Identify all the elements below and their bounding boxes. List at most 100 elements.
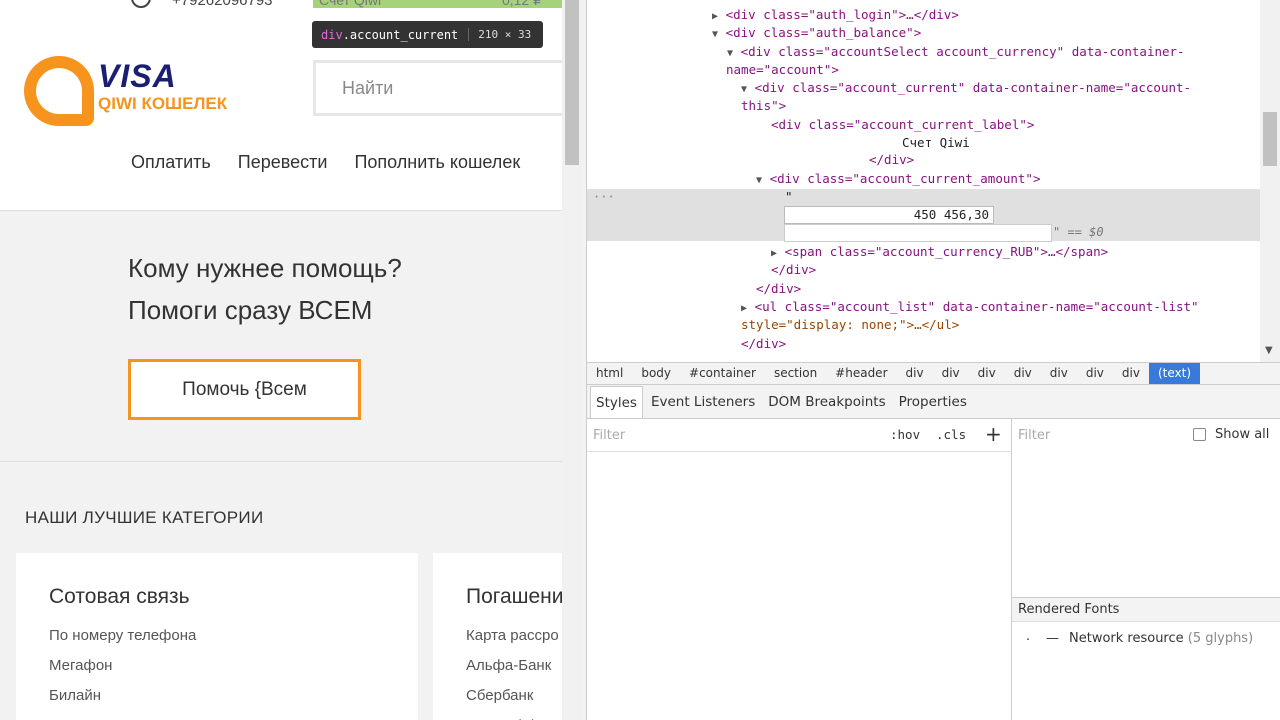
breadcrumb-item[interactable]: #container — [680, 363, 765, 384]
font-bullet: . — [1026, 629, 1031, 644]
dom-line[interactable]: ▶ <div class="auth_login">…</div> — [712, 7, 959, 22]
banner-heading: Кому нужнее помощь? Помоги сразу ВСЕМ — [128, 247, 402, 331]
category-link[interactable]: Сбербанк — [466, 681, 561, 711]
dom-line[interactable]: <div class="account_current_label"> — [771, 117, 1034, 132]
qiwi-logo-icon — [24, 56, 94, 126]
breadcrumb-item[interactable]: section — [765, 363, 826, 384]
nav-transfer[interactable]: Перевести — [238, 152, 328, 173]
tooltip-class: .account_current — [342, 27, 459, 42]
styles-pane: Filter :hov .cls + — [587, 419, 1012, 720]
new-rule-plus-icon[interactable]: + — [985, 422, 1002, 446]
search-input[interactable] — [316, 63, 562, 113]
tab-event-listeners[interactable]: Event Listeners — [646, 386, 760, 418]
banner-line-2: Помоги сразу ВСЕМ — [128, 295, 373, 325]
dom-line[interactable]: </div> — [741, 336, 786, 351]
dom-line[interactable]: ▼ <div class="account_current_amount"> — [756, 171, 1041, 186]
category-title[interactable]: Погашение — [466, 585, 562, 609]
category-link[interactable]: Альфа-Банк — [466, 651, 561, 681]
breadcrumb-item[interactable]: div — [1041, 363, 1077, 384]
expand-triangle-icon[interactable]: ▶ — [771, 248, 777, 259]
category-link[interactable]: Тинькофф Ба — [466, 711, 561, 720]
styles-filter-bar: Filter :hov .cls + — [587, 419, 1012, 452]
account-label: Счет Qiwi — [319, 0, 382, 8]
hover-state-toggle[interactable]: :hov — [890, 427, 920, 442]
text-node-editor[interactable]: 450 456,30 — [784, 206, 994, 224]
collapse-triangle-icon[interactable]: ▼ — [712, 29, 718, 40]
expand-triangle-icon[interactable]: ▶ — [712, 11, 718, 22]
tooltip-tag: div — [321, 27, 343, 42]
account-current-highlight[interactable]: Счет Qiwi 0,12 ₽ — [313, 0, 562, 8]
text-node-quote: " — [785, 189, 793, 204]
dom-line[interactable]: style="display: none;">…</ul> — [741, 317, 959, 332]
dom-line[interactable]: </div> — [869, 152, 914, 167]
breadcrumb-item[interactable]: div — [1113, 363, 1149, 384]
qiwi-logo[interactable]: VISA QIWI КОШЕЛЕК — [24, 56, 244, 126]
breadcrumb-item[interactable]: html — [587, 363, 632, 384]
computed-filter-bar: Filter Show all — [1012, 419, 1280, 452]
expand-triangle-icon[interactable]: ▶ — [741, 303, 747, 314]
nav-pay[interactable]: Оплатить — [131, 152, 211, 173]
tooltip-size: 210 × 33 — [468, 28, 531, 41]
category-title[interactable]: Сотовая связь — [49, 585, 190, 609]
dom-line[interactable]: ▼ <div class="auth_balance"> — [712, 25, 921, 40]
breadcrumb-item[interactable]: div — [897, 363, 933, 384]
category-link[interactable]: Карта рассро — [466, 621, 561, 651]
dom-line[interactable]: ▼ <div class="account_current" data-cont… — [741, 80, 1191, 95]
text-node-editor-line[interactable] — [784, 224, 1052, 242]
sidebar-tabs: Styles Event Listeners DOM Breakpoints P… — [587, 385, 1280, 419]
elements-scrollbar[interactable]: ▼ — [1260, 0, 1280, 362]
tab-properties[interactable]: Properties — [894, 386, 972, 418]
inspect-tooltip: div .account_current 210 × 33 — [312, 21, 543, 48]
dom-line[interactable]: name="account"> — [726, 62, 839, 77]
breadcrumb-item[interactable]: div — [1077, 363, 1113, 384]
category-card-loans: Погашение Карта рассро Альфа-Банк Сберба… — [433, 553, 562, 720]
breadcrumb-item[interactable]: div — [969, 363, 1005, 384]
class-toggle[interactable]: .cls — [936, 427, 966, 442]
charity-banner: Кому нужнее помощь? Помоги сразу ВСЕМ По… — [0, 210, 562, 462]
user-icon[interactable] — [131, 0, 151, 8]
collapse-triangle-icon[interactable]: ▼ — [727, 48, 733, 59]
collapse-triangle-icon[interactable]: ▼ — [741, 84, 747, 95]
breadcrumb-item[interactable]: #header — [826, 363, 896, 384]
tab-styles[interactable]: Styles — [590, 385, 643, 418]
dom-line[interactable]: </div> — [771, 262, 816, 277]
elements-tree: ··· ▶ <div class="auth_login">…</div> ▼ … — [587, 0, 1280, 362]
breadcrumb-item[interactable]: div — [933, 363, 969, 384]
font-resource-name: Network resource — [1069, 631, 1184, 646]
banner-line-1: Кому нужнее помощь? — [128, 253, 402, 283]
breadcrumb-item-active[interactable]: (text) — [1148, 363, 1200, 384]
logo-visa-text: VISA — [98, 58, 177, 94]
rendered-fonts-header[interactable]: Rendered Fonts — [1012, 597, 1280, 622]
category-link[interactable]: МТС — [49, 711, 196, 720]
breadcrumb-item[interactable]: div — [1005, 363, 1041, 384]
dom-line[interactable]: this"> — [741, 98, 786, 113]
devtools-panel: ··· ▶ <div class="auth_login">…</div> ▼ … — [587, 0, 1280, 720]
dom-line[interactable]: ▼ <div class="accountSelect account_curr… — [727, 44, 1185, 59]
styles-filter-input[interactable]: Filter — [593, 428, 625, 443]
logo-sub-text: QIWI КОШЕЛЕК — [98, 94, 228, 113]
help-all-button[interactable]: Помочь {Всем — [128, 359, 361, 420]
scroll-down-icon[interactable]: ▼ — [1265, 345, 1273, 356]
font-dash: — — [1046, 631, 1059, 646]
dom-line[interactable]: Счет Qiwi — [902, 135, 970, 150]
category-link[interactable]: Билайн — [49, 681, 196, 711]
nav-topup[interactable]: Пополнить кошелек — [354, 152, 520, 173]
category-link[interactable]: Мегафон — [49, 651, 196, 681]
account-amount: 0,12 ₽ — [501, 0, 542, 8]
dom-line[interactable]: </div> — [756, 281, 801, 296]
computed-filter-input[interactable]: Filter — [1018, 428, 1050, 443]
node-menu-dots[interactable]: ··· — [593, 190, 615, 204]
computed-pane: Filter Show all Rendered Fonts . — Netwo… — [1012, 419, 1280, 720]
page-scrollbar[interactable] — [562, 0, 582, 720]
categories-title: НАШИ ЛУЧШИЕ КАТЕГОРИИ — [25, 508, 264, 527]
breadcrumb-item[interactable]: body — [632, 363, 680, 384]
collapse-triangle-icon[interactable]: ▼ — [756, 175, 762, 186]
dom-line[interactable]: ▶ <span class="account_currency_RUB">…</… — [771, 244, 1108, 259]
show-all-checkbox[interactable] — [1193, 428, 1206, 441]
dom-line[interactable]: ▶ <ul class="account_list" data-containe… — [741, 299, 1199, 314]
tab-dom-breakpoints[interactable]: DOM Breakpoints — [763, 386, 890, 418]
elements-scrollbar-thumb[interactable] — [1263, 112, 1277, 166]
page-scrollbar-thumb[interactable] — [565, 0, 579, 165]
show-all-label[interactable]: Show all — [1215, 427, 1269, 442]
category-link[interactable]: По номеру телефона — [49, 621, 196, 651]
